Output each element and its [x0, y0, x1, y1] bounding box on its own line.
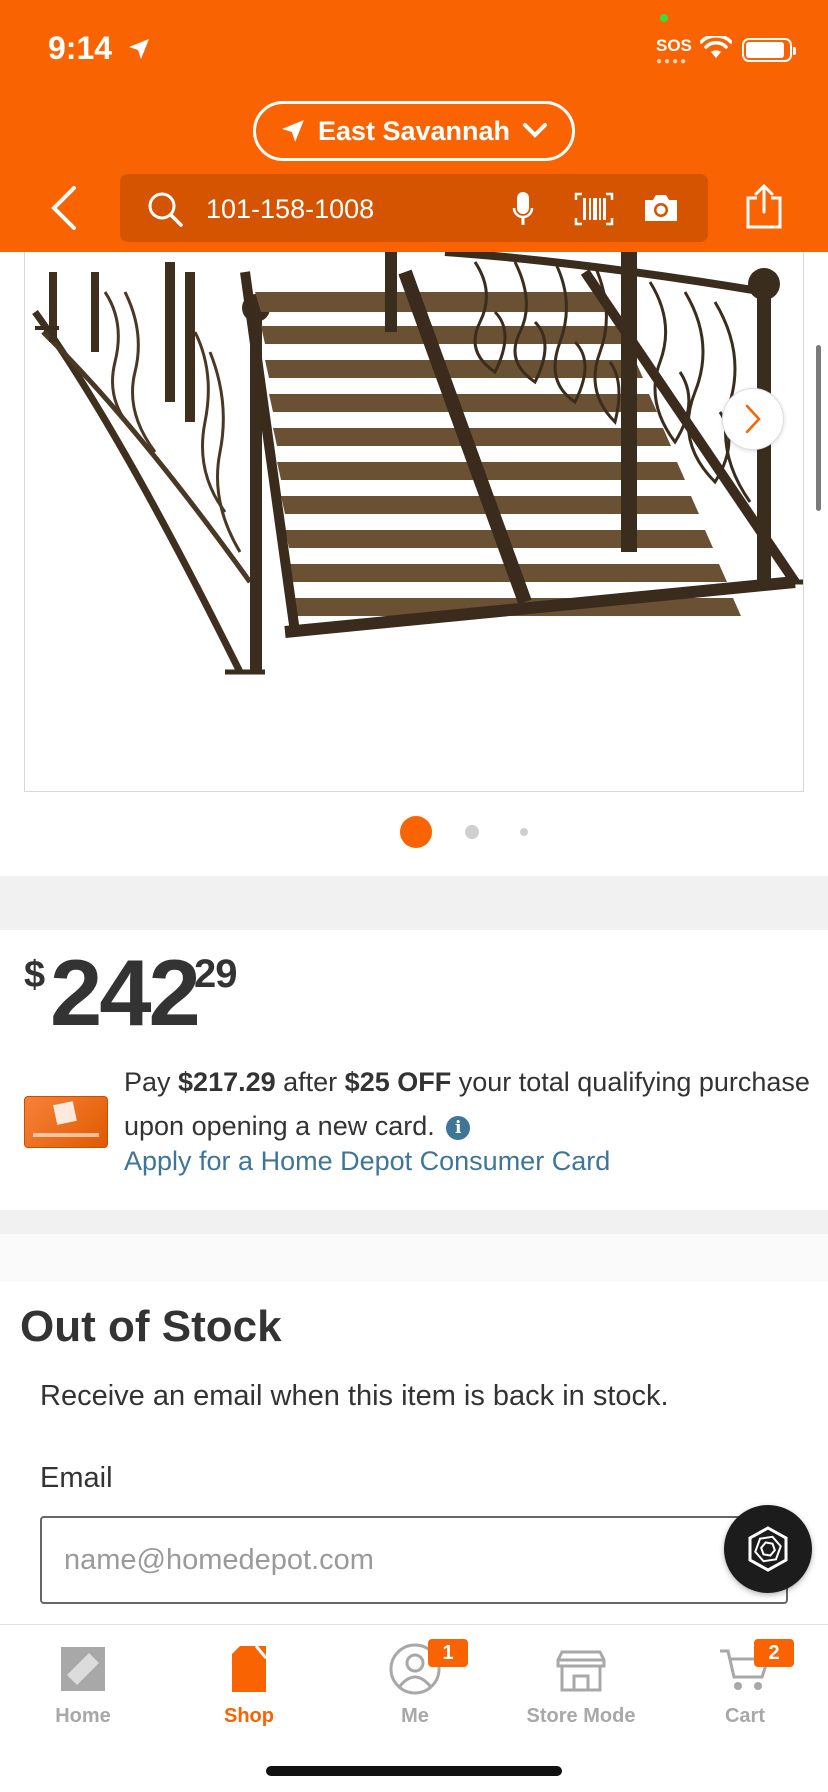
- credit-card-icon: [24, 1096, 108, 1148]
- store-icon: [556, 1650, 606, 1692]
- hexagon-chat-icon: [748, 1526, 788, 1572]
- chat-assistant-button[interactable]: [724, 1505, 812, 1593]
- tab-shop[interactable]: Shop: [166, 1639, 332, 1728]
- sos-indicator: SOS: [656, 36, 692, 55]
- section-divider: [0, 1210, 828, 1234]
- tab-cart[interactable]: 2 Cart: [662, 1639, 828, 1728]
- search-query-text: 101-158-1008: [206, 194, 375, 224]
- out-of-stock-title: Out of Stock: [20, 1302, 282, 1351]
- home-depot-logo-icon: [53, 1101, 77, 1125]
- home-depot-logo-icon: [61, 1647, 105, 1691]
- status-time: 9:14: [48, 30, 151, 67]
- share-icon[interactable]: [744, 184, 784, 230]
- search-bar[interactable]: 101-158-1008: [120, 174, 708, 242]
- email-label: Email: [40, 1462, 113, 1494]
- location-arrow-icon: [282, 120, 304, 142]
- tab-home[interactable]: Home: [0, 1639, 166, 1728]
- section-divider: [0, 1234, 828, 1282]
- carousel-dot-2[interactable]: [465, 825, 479, 839]
- carousel-next-button[interactable]: [722, 388, 784, 450]
- price-cents: 29: [194, 952, 237, 996]
- out-of-stock-description: Receive an email when this item is back …: [40, 1380, 669, 1412]
- chevron-down-icon: [523, 123, 548, 138]
- apply-card-link[interactable]: Apply for a Home Depot Consumer Card: [124, 1146, 610, 1177]
- shop-bag-icon: [232, 1645, 268, 1692]
- back-button[interactable]: [44, 182, 84, 234]
- garden-bridge-photo: [32, 252, 803, 675]
- info-icon[interactable]: i: [446, 1116, 471, 1140]
- promo-discounted-price: $217.29: [178, 1067, 276, 1097]
- store-selector-button[interactable]: East Savannah: [253, 101, 575, 161]
- microphone-icon[interactable]: [512, 190, 534, 228]
- signal-dots-icon: ●●●●: [656, 56, 689, 67]
- camera-icon[interactable]: [642, 192, 680, 224]
- chevron-right-icon: [745, 404, 761, 434]
- carousel-dot-1[interactable]: [400, 816, 432, 848]
- carousel-pagination: [0, 816, 828, 850]
- search-icon: [148, 192, 183, 227]
- tab-store-mode[interactable]: Store Mode: [498, 1639, 664, 1728]
- status-time-text: 9:14: [48, 30, 113, 66]
- cart-badge: 2: [754, 1639, 794, 1667]
- me-badge: 1: [428, 1639, 468, 1667]
- tab-me[interactable]: 1 Me: [332, 1639, 498, 1728]
- barcode-scan-icon[interactable]: [574, 192, 614, 226]
- email-field[interactable]: [40, 1516, 788, 1604]
- battery-icon: [742, 38, 796, 62]
- carousel-dot-3[interactable]: [520, 828, 528, 836]
- price-dollars: 242: [50, 940, 201, 1045]
- home-indicator[interactable]: [266, 1766, 562, 1776]
- promo-discount: $25 OFF: [344, 1067, 452, 1097]
- store-name: East Savannah: [317, 115, 511, 146]
- location-arrow-icon: [128, 39, 149, 59]
- app-header: 9:14 SOS ●●●● East Savannah 101-158-1008: [0, 0, 828, 252]
- section-divider: [0, 876, 828, 930]
- chevron-left-icon: [51, 186, 76, 230]
- product-image-carousel[interactable]: [24, 252, 804, 792]
- price-currency: $: [24, 954, 46, 996]
- privacy-indicator-dot: [660, 14, 668, 22]
- vertical-scrollbar[interactable]: [816, 345, 821, 511]
- card-promo-text: Pay $217.29 after $25 OFF your total qua…: [124, 1067, 810, 1141]
- wifi-icon: [700, 36, 732, 58]
